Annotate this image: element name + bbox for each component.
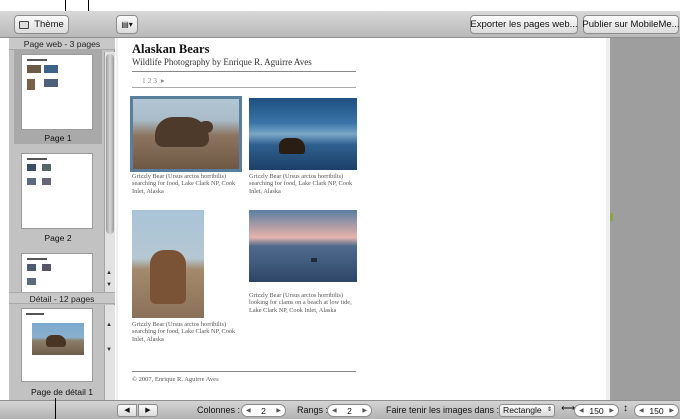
title-rule — [132, 71, 356, 72]
fit-images-label: Faire tenir les images dans : — [386, 405, 500, 415]
detail-pages-header: Détail - 12 pages — [9, 292, 115, 304]
view-icon: ▤▾ — [121, 20, 133, 29]
height-stepper[interactable]: ◀ 150 ▶ — [634, 404, 679, 417]
theme-button[interactable]: Thème — [14, 15, 69, 34]
page-3-thumbnail[interactable] — [21, 253, 93, 293]
height-decrement-icon[interactable]: ◀ — [639, 407, 644, 414]
page-2-label: Page 2 — [44, 233, 72, 243]
width-stepper[interactable]: ◀ 150 ▶ — [574, 404, 619, 417]
theme-button-label: Thème — [34, 19, 64, 30]
scroll-up-arrow[interactable]: ▲ — [106, 270, 112, 276]
next-button[interactable]: ▶ — [138, 404, 158, 417]
photo-bear-in-water[interactable] — [249, 98, 357, 170]
detail-page-1-label: Page de détail 1 — [30, 387, 94, 397]
sidebar: Page web - 3 pages Page 1 Page 2 Détail … — [9, 38, 115, 400]
publish-mobileme-button[interactable]: Publier sur MobileMe... — [582, 15, 680, 34]
detail-scroll-down-arrow[interactable]: ▼ — [106, 347, 112, 353]
photo-bear-at-dusk[interactable] — [249, 210, 357, 282]
rows-stepper[interactable]: ◀ 2 ▶ — [327, 404, 372, 417]
photo-4-caption: Grizzly Bear (Ursus arctos horribilis) l… — [249, 292, 352, 314]
height-icon: ↕ — [623, 403, 628, 414]
footer-rule — [132, 371, 356, 372]
width-decrement-icon[interactable]: ◀ — [579, 407, 584, 414]
detail-page-1-thumbnail[interactable] — [21, 308, 93, 382]
columns-stepper[interactable]: ◀ 2 ▶ — [241, 404, 286, 417]
canvas-gutter — [610, 38, 680, 400]
rows-increment-icon[interactable]: ▶ — [362, 407, 367, 414]
rows-decrement-icon[interactable]: ◀ — [332, 407, 337, 414]
columns-value[interactable]: 2 — [261, 406, 266, 416]
pagination-pages[interactable]: 1 2 3 — [142, 76, 157, 85]
view-menu-button[interactable]: ▤▾ — [116, 15, 138, 34]
webpage-preview: Alaskan Bears Wildlife Photography by En… — [118, 38, 606, 400]
pagination[interactable]: 1 2 3 ▸ — [142, 76, 165, 85]
rows-label: Rangs : — [297, 405, 329, 415]
photo-2-caption: Grizzly Bear (Ursus arctos horribilis) s… — [249, 173, 353, 195]
callout-line-bottom — [55, 398, 56, 419]
columns-decrement-icon[interactable]: ◀ — [246, 407, 251, 414]
status-bar: ◀ ▶ Colonnes : ◀ 2 ▶ Rangs : ◀ 2 ▶ Faire… — [0, 398, 680, 419]
pagination-next-arrow[interactable]: ▸ — [161, 76, 165, 85]
theme-icon — [19, 20, 30, 29]
columns-increment-icon[interactable]: ▶ — [276, 407, 281, 414]
page-1-thumbnail[interactable] — [21, 54, 93, 130]
page-2-thumbnail[interactable] — [21, 153, 93, 229]
toolbar: Thème ▤▾ Exporter les pages web... Publi… — [0, 11, 680, 38]
photo-3-caption: Grizzly Bear (Ursus arctos horribilis) s… — [132, 321, 236, 343]
rows-value[interactable]: 2 — [347, 406, 352, 416]
fit-images-select[interactable]: Rectangle ⇕ — [499, 404, 555, 417]
columns-label: Colonnes : — [197, 405, 241, 415]
photo-bear-sitting[interactable] — [132, 210, 204, 318]
scroll-down-arrow[interactable]: ▼ — [106, 282, 112, 288]
detail-scroll-up-arrow[interactable]: ▲ — [106, 322, 112, 328]
web-pages-header: Page web - 3 pages — [9, 38, 115, 50]
prev-button[interactable]: ◀ — [117, 404, 137, 417]
height-value[interactable]: 150 — [649, 406, 663, 416]
select-arrows-icon: ⇕ — [546, 407, 552, 413]
photo-1-caption: Grizzly Bear (Ursus arctos horribilis) s… — [132, 173, 236, 195]
scrollbar-thumb[interactable] — [106, 54, 114, 234]
site-title: Alaskan Bears — [132, 42, 210, 56]
fit-images-value: Rectangle — [503, 405, 542, 415]
export-pages-button[interactable]: Exporter les pages web... — [470, 15, 578, 34]
footer-copyright: © 2007, Enrique R. Aguirre Aves — [132, 376, 219, 383]
resize-handle[interactable] — [610, 213, 613, 221]
width-value[interactable]: 150 — [589, 406, 603, 416]
pagination-rule — [132, 87, 356, 88]
sidebar-scrollbar[interactable]: ▲ ▼ — [104, 52, 115, 292]
photo-bear-walking[interactable] — [130, 96, 242, 172]
page-1-label: Page 1 — [44, 133, 72, 143]
site-subtitle: Wildlife Photography by Enrique R. Aguir… — [132, 57, 312, 67]
height-increment-icon[interactable]: ▶ — [669, 407, 674, 414]
width-increment-icon[interactable]: ▶ — [609, 407, 614, 414]
detail-scrollbar[interactable]: ▲ ▼ — [104, 305, 115, 400]
